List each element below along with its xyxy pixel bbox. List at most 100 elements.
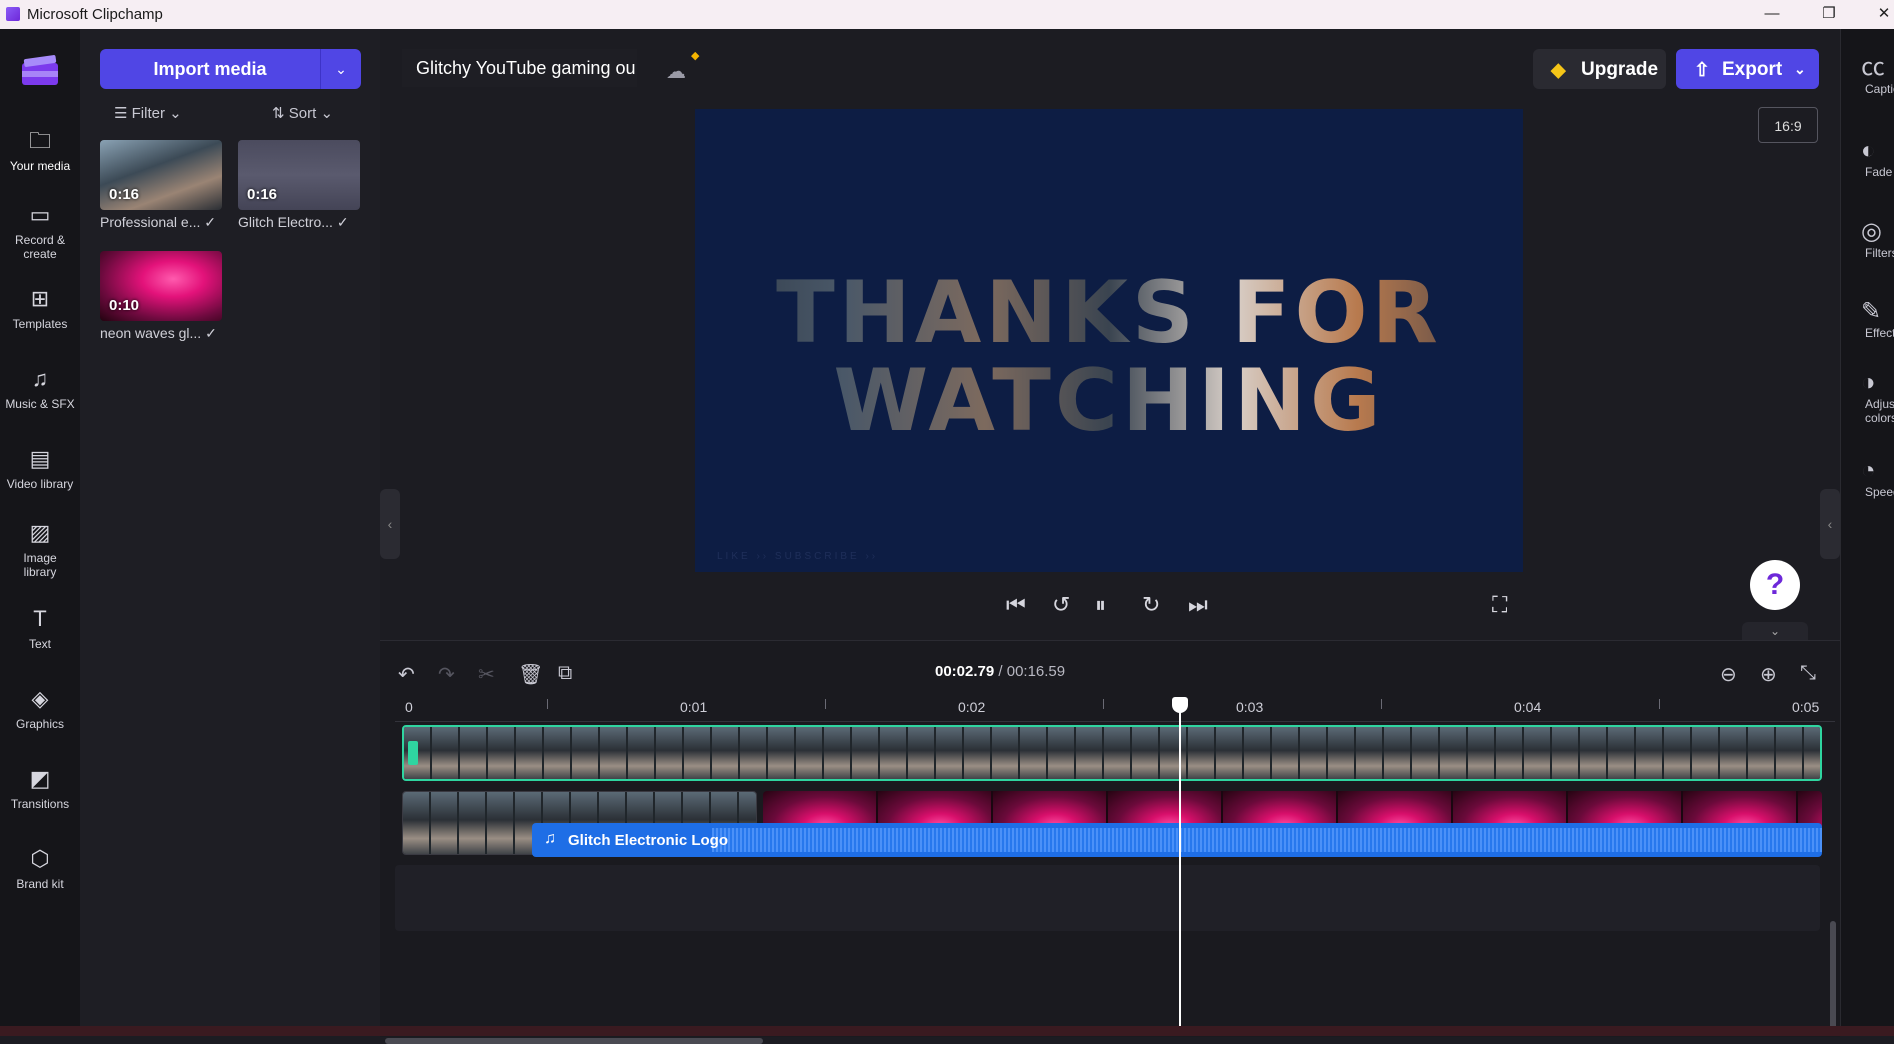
media-thumbnail[interactable]: 0:16 <box>100 140 222 210</box>
trash-icon[interactable]: 🗑 <box>518 662 543 687</box>
rail-item-label: Music & SFX <box>5 397 75 411</box>
chevron-down-icon[interactable]: ⌄ <box>1742 622 1808 640</box>
pause-icon[interactable]: ⏸ <box>1095 592 1106 618</box>
clip-frame <box>432 727 460 779</box>
total-time: / 00:16.59 <box>998 663 1066 680</box>
rail-item-music-sfx[interactable]: ♫ Music & SFX <box>0 365 80 411</box>
check-icon: ✓ <box>336 214 349 230</box>
rail-item-adjust-colors[interactable]: ◑ Adjust colors <box>1841 369 1894 425</box>
vertical-scrollbar[interactable] <box>1830 921 1836 1031</box>
project-name-input[interactable]: Glitchy YouTube gaming ou <box>402 49 637 87</box>
clip-frame <box>403 792 431 854</box>
sort-button[interactable]: ⇅ Sort ⌄ <box>272 104 333 122</box>
text-icon: T <box>33 606 47 631</box>
media-caption-text: Professional e... <box>100 214 201 230</box>
skip-back-icon[interactable]: ⏮ <box>1006 592 1026 618</box>
filter-icon: ☰ <box>114 105 128 122</box>
upgrade-button[interactable]: ◆ Upgrade <box>1533 49 1666 89</box>
rail-item-label: Graphics <box>15 717 65 731</box>
rail-item-speed[interactable]: ◔ Speed <box>1841 457 1894 499</box>
export-button[interactable]: ⇧ Export ⌄ <box>1676 49 1819 89</box>
rail-item-video-library[interactable]: ▤ Video library <box>0 445 80 491</box>
clip-frame <box>992 727 1020 779</box>
timeline-panel: ↶ ↷ ✂ 🗑 ⧉ 00:02.79 / 00:16.59 ⊖ ⊕ ⤡ 0 0:… <box>380 640 1840 1044</box>
folder-icon: 🗀 <box>28 128 51 153</box>
clip-frame <box>684 727 712 779</box>
transitions-icon: ◩ <box>29 766 51 791</box>
window-title: Microsoft Clipchamp <box>27 6 163 23</box>
restore-button[interactable]: ❐ <box>1809 2 1849 26</box>
clip-frame <box>600 727 628 779</box>
rail-item-effects[interactable]: ✎ Effects <box>1841 297 1894 340</box>
media-thumbnail[interactable]: 0:10 <box>100 251 222 321</box>
rail-item-image-library[interactable]: ▨ Image library <box>0 519 80 579</box>
clip-frame <box>1132 727 1160 779</box>
clip-frame <box>656 727 684 779</box>
rail-item-graphics[interactable]: ◈ Graphics <box>0 685 80 731</box>
chevron-down-icon: ⌄ <box>169 105 182 122</box>
video-preview[interactable]: THANKS FOR WATCHING LIKE ›› SUBSCRIBE ›› <box>695 109 1523 572</box>
rail-item-transitions[interactable]: ◩ Transitions <box>0 765 80 811</box>
filter-button[interactable]: ☰ Filter ⌄ <box>114 104 182 122</box>
redo-icon[interactable]: ↷ <box>438 662 455 687</box>
empty-track[interactable] <box>395 865 1820 931</box>
clip-frame <box>1384 727 1412 779</box>
clip-frame <box>880 727 908 779</box>
rail-item-fade[interactable]: ◐ Fade <box>1841 137 1894 179</box>
horizontal-scrollbar[interactable] <box>385 1038 763 1044</box>
clip-frame <box>1804 727 1820 779</box>
import-media-label: Import media <box>153 59 267 79</box>
sort-icon: ⇅ <box>272 105 285 122</box>
clip-frame <box>964 727 992 779</box>
fullscreen-icon[interactable]: ⛶ <box>1492 592 1507 618</box>
fit-timeline-icon[interactable]: ⤡ <box>1800 662 1816 685</box>
rail-item-brand-kit[interactable]: ⬡ Brand kit <box>0 845 80 891</box>
left-navigation-rail: 🗀 Your media ▭ Record & create ⊞ Templat… <box>0 29 80 1036</box>
rail-item-captions[interactable]: ㏄ Captions <box>1841 47 1894 96</box>
clip-frame <box>1776 727 1804 779</box>
rail-item-label: Your media <box>9 159 71 173</box>
minimize-button[interactable]: — <box>1752 2 1792 26</box>
aspect-ratio-button[interactable]: 16:9 <box>1758 107 1818 143</box>
import-media-button[interactable]: Import media <box>100 49 340 89</box>
skip-forward-icon[interactable]: ⏭ <box>1188 592 1208 618</box>
undo-icon[interactable]: ↶ <box>398 662 415 687</box>
ruler-label: 0:04 <box>1514 699 1542 715</box>
add-media-icon[interactable]: ⧉ <box>558 662 572 685</box>
playhead[interactable] <box>1172 697 1188 1029</box>
media-thumbnail[interactable]: 0:16 <box>238 140 360 210</box>
time-readout: 00:02.79 / 00:16.59 <box>935 663 1065 680</box>
import-options-chevron-icon[interactable]: ⌄ <box>320 49 361 89</box>
rail-item-record-create[interactable]: ▭ Record & create <box>0 201 80 261</box>
clip-frame <box>1216 727 1244 779</box>
playhead-handle[interactable] <box>1172 697 1188 713</box>
forward-5-icon[interactable]: ↻ <box>1142 592 1160 618</box>
rail-item-templates[interactable]: ⊞ Templates <box>0 285 80 331</box>
video-track-1-clip[interactable] <box>402 725 1822 781</box>
cloud-off-icon[interactable]: ☁ <box>666 59 686 84</box>
timeline-ruler[interactable]: 0 0:01 0:02 0:03 0:04 0:05 <box>395 699 1835 722</box>
collapse-right-panel-chevron-icon[interactable]: ‹ <box>1820 489 1840 559</box>
zoom-in-icon[interactable]: ⊕ <box>1760 662 1777 687</box>
trim-handle[interactable] <box>408 741 418 765</box>
window-titlebar: Microsoft Clipchamp — ❐ ✕ <box>0 0 1894 29</box>
clip-frame <box>460 727 488 779</box>
rail-item-your-media[interactable]: 🗀 Your media <box>0 127 80 173</box>
clip-frame <box>1356 727 1384 779</box>
close-button[interactable]: ✕ <box>1864 2 1894 26</box>
rail-item-text[interactable]: T Text <box>0 605 80 651</box>
help-button[interactable]: ? <box>1750 560 1800 610</box>
rewind-5-icon[interactable]: ↺ <box>1052 592 1070 618</box>
rail-item-filters[interactable]: ◎ Filters <box>1841 217 1894 260</box>
zoom-out-icon[interactable]: ⊖ <box>1720 662 1737 687</box>
audio-waveform <box>712 828 1822 852</box>
ruler-tick <box>1381 699 1382 709</box>
collapse-left-panel-chevron-icon[interactable]: ‹ <box>380 489 400 559</box>
clipchamp-logo[interactable] <box>20 49 60 89</box>
scissors-icon[interactable]: ✂ <box>478 662 495 687</box>
premium-gem-icon: ◆ <box>691 50 700 62</box>
audio-track-clip[interactable]: ♫ Glitch Electronic Logo <box>532 823 1822 857</box>
rail-item-label: Transitions <box>10 797 70 811</box>
rail-item-label: Fade <box>1865 165 1893 179</box>
clip-frame <box>1160 727 1188 779</box>
